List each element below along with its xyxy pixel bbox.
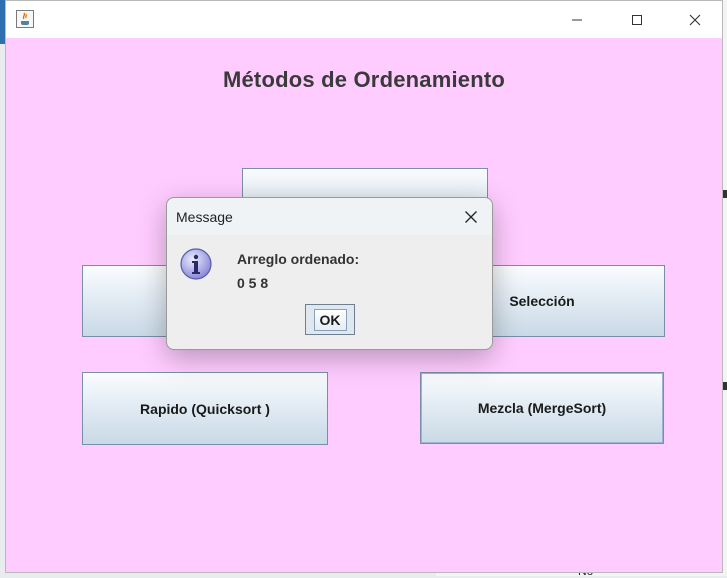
message-dialog: Message Arreglo ordenado: 0 5 8 OK (166, 197, 493, 350)
ok-button-label: OK (313, 308, 347, 331)
dialog-title: Message (176, 209, 233, 225)
dialog-close-icon[interactable] (458, 204, 484, 230)
ok-button[interactable]: OK (305, 304, 355, 335)
info-icon (180, 248, 212, 280)
window-titlebar[interactable] (6, 1, 722, 38)
minimize-icon[interactable] (554, 1, 600, 38)
page-title: Métodos de Ordenamiento (222, 67, 506, 92)
message-text: Arreglo ordenado: (237, 251, 360, 267)
maximize-icon[interactable] (614, 1, 660, 38)
close-icon[interactable] (672, 1, 718, 38)
dialog-titlebar[interactable]: Message (167, 198, 492, 235)
quicksort-button[interactable]: Rapido (Quicksort ) (82, 372, 328, 445)
java-app-icon (16, 10, 34, 28)
mergesort-button[interactable]: Mezcla (MergeSort) (420, 372, 664, 444)
sorted-array-text: 0 5 8 (237, 275, 269, 291)
